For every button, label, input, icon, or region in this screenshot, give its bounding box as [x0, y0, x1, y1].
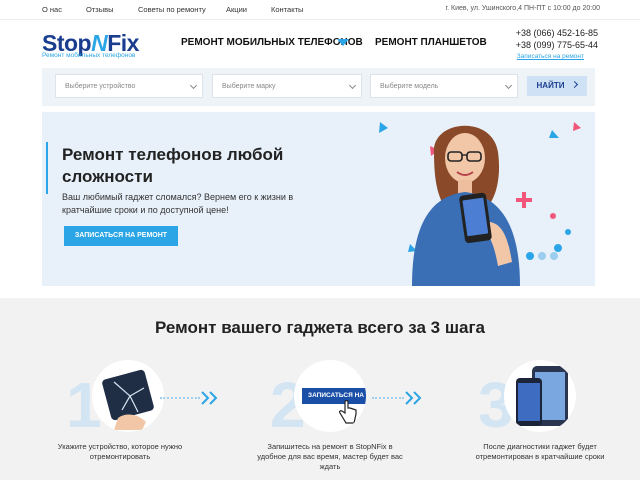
nav-link-about[interactable]: О нас — [42, 5, 62, 14]
three-steps-section: Ремонт вашего гаджета всего за 3 шага 1 … — [0, 298, 640, 480]
chevron-down-icon — [189, 81, 198, 90]
triangle-shape — [379, 122, 388, 133]
circle-shape — [550, 213, 556, 219]
step-2-image: ЗАПИСАТЬСЯ НА РЕ — [294, 360, 366, 432]
hero-woman-with-phone-image — [379, 122, 581, 286]
triangle-shape — [549, 130, 559, 138]
new-phones-icon — [516, 366, 568, 426]
nav-link-tips[interactable]: Советы по ремонту — [138, 5, 206, 14]
phone-number-1[interactable]: +38 (066) 452-16-85 — [516, 28, 598, 38]
step-1-text: Укажите устройство, которое нужно отремо… — [57, 442, 183, 461]
chevron-right-icon — [571, 80, 579, 89]
address-hours: г. Киев, ул. Ушинского,4 ПН-ПТ с 10:00 д… — [445, 5, 600, 12]
hero-banner: Ремонт телефонов любой сложности Ваш люб… — [42, 112, 595, 286]
hand-cursor-icon — [339, 400, 357, 424]
step-2-text: Запишитесь на ремонт в StopNFix в удобно… — [257, 442, 403, 471]
slider-dot-2[interactable] — [538, 252, 546, 260]
dotted-connector — [160, 397, 200, 399]
menu-tablets-repair[interactable]: РЕМОНТ ПЛАНШЕТОВ — [375, 37, 487, 48]
plus-shape — [522, 192, 526, 208]
caret-down-icon[interactable] — [337, 39, 349, 46]
find-button-label: НАЙТИ — [536, 81, 565, 90]
step-3-image — [504, 360, 576, 432]
triangle-shape — [573, 122, 581, 131]
neck — [458, 180, 472, 194]
hero-text: Ваш любимый гаджет сломался? Вернем его … — [62, 192, 294, 215]
brand-select-placeholder: Выберите марку — [222, 83, 276, 90]
device-select-placeholder: Выберите устройство — [65, 83, 136, 90]
double-chevron-right-icon — [201, 391, 218, 405]
hero-title: Ремонт телефонов любой сложности — [62, 145, 284, 186]
chevron-down-icon — [348, 81, 357, 90]
find-button[interactable]: НАЙТИ — [527, 76, 587, 96]
logo-subtitle: Ремонт мобильных телефонов — [42, 52, 136, 59]
phone-number-2[interactable]: +38 (099) 775-65-44 — [516, 40, 598, 50]
dotted-connector — [372, 397, 404, 399]
top-bar: О нас Отзывы Советы по ремонту Акции Кон… — [0, 0, 640, 20]
nav-link-reviews[interactable]: Отзывы — [86, 5, 113, 14]
slider-dot-1[interactable] — [526, 252, 534, 260]
broken-phone-icon — [102, 369, 154, 430]
hero-accent-line — [46, 142, 48, 194]
device-filter-bar: Выберите устройство Выберите марку Выбер… — [42, 68, 595, 106]
step-3-text: После диагностики гаджет будет отремонти… — [475, 442, 605, 461]
double-chevron-right-icon — [405, 391, 422, 405]
hero-book-repair-button[interactable]: ЗАПИСАТЬСЯ НА РЕМОНТ — [64, 226, 178, 246]
nav-link-promotions[interactable]: Акции — [226, 5, 247, 14]
slider-dot-3[interactable] — [550, 252, 558, 260]
menu-phones-repair[interactable]: РЕМОНТ МОБИЛЬНЫХ ТЕЛЕФОНОВ — [181, 37, 363, 48]
step-1-image — [92, 360, 164, 432]
circle-shape — [565, 229, 571, 235]
nav-link-contacts[interactable]: Контакты — [271, 5, 303, 14]
device-select[interactable]: Выберите устройство — [55, 74, 203, 98]
model-select-placeholder: Выберите модель — [380, 83, 439, 90]
steps-title: Ремонт вашего гаджета всего за 3 шага — [155, 318, 485, 337]
brand-select[interactable]: Выберите марку — [212, 74, 362, 98]
chevron-down-icon — [504, 81, 513, 90]
circle-shape — [554, 244, 562, 252]
callback-link[interactable]: Записаться на ремонт — [517, 53, 584, 60]
model-select[interactable]: Выберите модель — [370, 74, 518, 98]
